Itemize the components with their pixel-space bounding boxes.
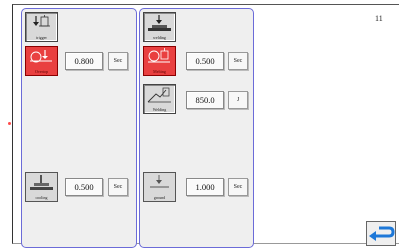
melting-time-field[interactable]: 0.500 [186, 52, 224, 70]
page-number: 11 [375, 14, 383, 23]
energy-button[interactable]: Welding [143, 84, 176, 114]
melting-label: Melting [153, 69, 166, 74]
welding-head-icon [148, 15, 171, 31]
right-panel [139, 8, 254, 248]
welding-label: welding [153, 35, 166, 40]
overtop-icon [30, 50, 52, 63]
energy-curve-icon [147, 87, 171, 103]
overtop-button[interactable]: Overtop [25, 46, 58, 76]
overtop-unit: Sec [108, 52, 128, 70]
ground-icon [150, 175, 169, 188]
cooling-unit: Sec [108, 178, 128, 196]
left-panel [21, 8, 137, 248]
return-arrow-icon [369, 226, 395, 241]
melting-button[interactable]: Melting [143, 46, 176, 76]
ground-time-field[interactable]: 1.000 [186, 178, 224, 196]
cooling-button[interactable]: cooling [25, 172, 58, 202]
cooling-icon [30, 175, 53, 190]
energy-unit: J [228, 91, 248, 109]
ground-unit: Sec [228, 178, 248, 196]
press-down-icon [33, 15, 50, 27]
back-button[interactable] [366, 221, 396, 246]
ground-label: ground [153, 195, 166, 200]
cooling-label: cooling [35, 195, 48, 200]
energy-value-field[interactable]: 850.0 [186, 91, 224, 109]
overtop-time-field[interactable]: 0.800 [65, 52, 103, 70]
welding-button[interactable]: welding [143, 12, 176, 42]
trigger-label: trigger [36, 35, 47, 40]
cooling-time-field[interactable]: 0.500 [65, 178, 103, 196]
indicator-dot [8, 122, 11, 125]
melting-unit: Sec [228, 52, 248, 70]
overtop-label: Overtop [34, 69, 49, 74]
melting-icon [148, 48, 170, 63]
trigger-button[interactable]: trigger [25, 12, 58, 42]
ground-button[interactable]: ground [143, 172, 176, 202]
energy-label: Welding [152, 107, 167, 112]
